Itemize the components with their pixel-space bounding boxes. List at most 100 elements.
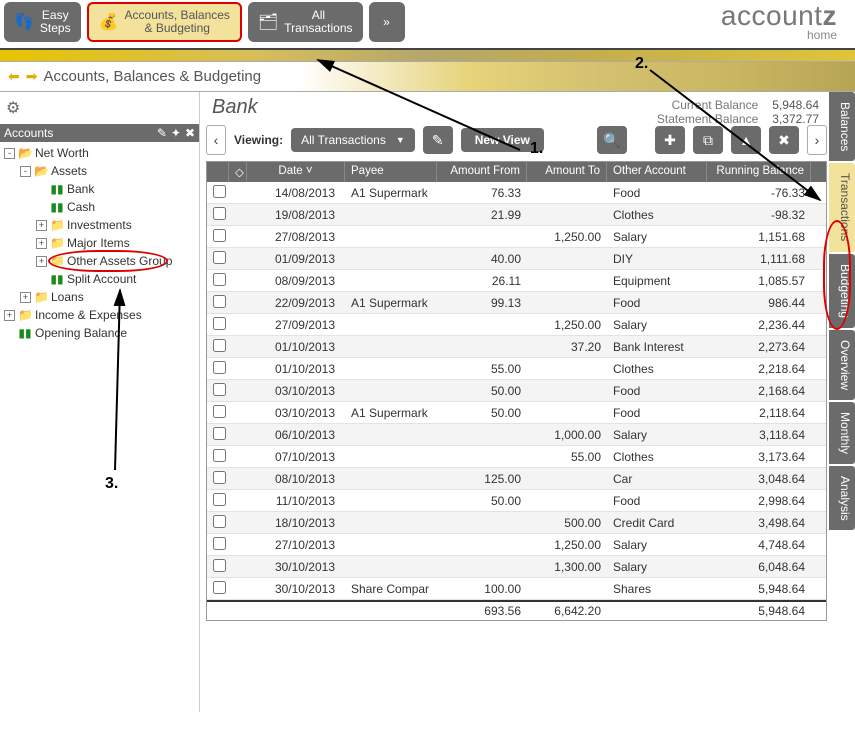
expander-icon[interactable]: + — [36, 256, 47, 267]
row-checkbox[interactable] — [213, 383, 226, 396]
table-row[interactable]: 30/10/20131,300.00Salary6,048.64 — [207, 556, 826, 578]
tree-item-bank[interactable]: ▮▮Bank — [0, 180, 199, 198]
col-amount-to[interactable]: Amount To — [527, 162, 607, 182]
expander-icon[interactable]: + — [4, 310, 15, 321]
scroll-left-button[interactable]: ‹ — [206, 125, 226, 155]
row-checkbox[interactable] — [213, 537, 226, 550]
col-amount-from[interactable]: Amount From — [437, 162, 527, 182]
nav-accounts-budgeting[interactable]: 💰 Accounts, Balances & Budgeting — [87, 2, 242, 42]
new-view-button[interactable]: New View — [461, 128, 544, 152]
table-row[interactable]: 27/09/20131,250.00Salary2,236.44 — [207, 314, 826, 336]
collapse-icon[interactable]: ✖ — [185, 126, 195, 140]
stamp-button[interactable]: ▲ — [731, 126, 761, 154]
expander-icon[interactable]: - — [4, 148, 15, 159]
search-button[interactable]: 🔍 — [597, 126, 627, 154]
duplicate-button[interactable]: ⧉ — [693, 126, 723, 154]
row-checkbox[interactable] — [213, 559, 226, 572]
table-row[interactable]: 18/10/2013500.00Credit Card3,498.64 — [207, 512, 826, 534]
tab-balances[interactable]: Balances — [829, 92, 855, 161]
expander-icon[interactable]: - — [20, 166, 31, 177]
tab-budgeting[interactable]: Budgeting — [829, 254, 855, 328]
cell-amount-from — [437, 235, 527, 239]
table-row[interactable]: 19/08/201321.99Clothes-98.32 — [207, 204, 826, 226]
tree-item-major-items[interactable]: +📁Major Items — [0, 234, 199, 252]
tree-item-net-worth[interactable]: -📂Net Worth — [0, 144, 199, 162]
table-row[interactable]: 03/10/201350.00Food2,168.64 — [207, 380, 826, 402]
table-row[interactable]: 08/09/201326.11Equipment1,085.57 — [207, 270, 826, 292]
table-row[interactable]: 22/09/2013A1 Supermark99.13Food986.44 — [207, 292, 826, 314]
scroll-right-button[interactable]: › — [807, 125, 827, 155]
delete-button[interactable]: ✖ — [769, 126, 799, 154]
expander-icon[interactable]: + — [20, 292, 31, 303]
nav-more[interactable]: » — [369, 2, 405, 42]
expander-icon[interactable]: + — [36, 238, 47, 249]
row-checkbox[interactable] — [213, 449, 226, 462]
row-checkbox[interactable] — [213, 295, 226, 308]
table-row[interactable]: 06/10/20131,000.00Salary3,118.64 — [207, 424, 826, 446]
table-row[interactable]: 01/09/201340.00DIY1,111.68 — [207, 248, 826, 270]
row-checkbox[interactable] — [213, 493, 226, 506]
folder-icon: 📁 — [50, 218, 64, 232]
col-other-account[interactable]: Other Account — [607, 162, 707, 182]
row-checkbox[interactable] — [213, 581, 226, 594]
folder-open-icon: 📂 — [18, 146, 32, 160]
tree-item-loans[interactable]: +📁Loans — [0, 288, 199, 306]
tree-item-opening-balance[interactable]: ▮▮Opening Balance — [0, 324, 199, 342]
accounts-tree[interactable]: -📂Net Worth-📂Assets▮▮Bank▮▮Cash+📁Investm… — [0, 142, 199, 344]
tab-analysis[interactable]: Analysis — [829, 466, 855, 531]
row-checkbox[interactable] — [213, 317, 226, 330]
tree-item-income-expenses[interactable]: +📁Income & Expenses — [0, 306, 199, 324]
tree-item-cash[interactable]: ▮▮Cash — [0, 198, 199, 216]
col-payee[interactable]: Payee — [345, 162, 437, 182]
tab-monthly[interactable]: Monthly — [829, 402, 855, 464]
table-row[interactable]: 08/10/2013125.00Car3,048.64 — [207, 468, 826, 490]
wand-icon[interactable]: ✦ — [171, 126, 181, 140]
row-checkbox[interactable] — [213, 427, 226, 440]
tree-item-investments[interactable]: +📁Investments — [0, 216, 199, 234]
row-checkbox[interactable] — [213, 471, 226, 484]
tree-item-assets[interactable]: -📂Assets — [0, 162, 199, 180]
nav-all-transactions[interactable]: 🗂 All Transactions — [248, 2, 363, 42]
tree-item-split-account[interactable]: ▮▮Split Account — [0, 270, 199, 288]
table-row[interactable]: 01/10/201337.20Bank Interest2,273.64 — [207, 336, 826, 358]
cell-running-balance: 1,151.68 — [707, 228, 811, 246]
col-checkbox[interactable] — [207, 162, 229, 182]
row-checkbox[interactable] — [213, 339, 226, 352]
nav-easy-steps[interactable]: 👣 Easy Steps — [4, 2, 81, 42]
table-row[interactable]: 01/10/201355.00Clothes2,218.64 — [207, 358, 826, 380]
expander-icon[interactable]: + — [36, 220, 47, 231]
row-checkbox[interactable] — [213, 273, 226, 286]
back-button[interactable]: ⬅ — [8, 68, 20, 85]
forward-button[interactable]: ➡ — [26, 68, 38, 85]
edit-view-button[interactable]: ✎ — [423, 126, 453, 154]
row-checkbox[interactable] — [213, 251, 226, 264]
col-running-balance[interactable]: Running Balance — [707, 162, 811, 182]
table-row[interactable]: 27/10/20131,250.00Salary4,748.64 — [207, 534, 826, 556]
row-checkbox[interactable] — [213, 515, 226, 528]
table-row[interactable]: 27/08/20131,250.00Salary1,151.68 — [207, 226, 826, 248]
tab-transactions[interactable]: Transactions — [829, 163, 855, 251]
cell-amount-to: 1,250.00 — [527, 228, 607, 246]
col-date[interactable]: Date ˅ — [247, 162, 345, 182]
table-row[interactable]: 11/10/201350.00Food2,998.64 — [207, 490, 826, 512]
cell-date: 27/10/2013 — [247, 536, 345, 554]
nav-all-transactions-label: All Transactions — [284, 9, 352, 35]
tree-item-other-assets-group[interactable]: +📁Other Assets Group — [0, 252, 199, 270]
add-button[interactable]: ✚ — [655, 126, 685, 154]
row-checkbox[interactable] — [213, 207, 226, 220]
table-body[interactable]: 14/08/2013A1 Supermark76.33Food-76.3319/… — [207, 182, 826, 600]
row-checkbox[interactable] — [213, 361, 226, 374]
pencil-icon[interactable]: ✎ — [157, 126, 167, 140]
gear-icon[interactable]: ⚙ — [6, 98, 20, 118]
cell-amount-to: 37.20 — [527, 338, 607, 356]
row-checkbox[interactable] — [213, 229, 226, 242]
tab-overview[interactable]: Overview — [829, 330, 855, 400]
table-row[interactable]: 03/10/2013A1 Supermark50.00Food2,118.64 — [207, 402, 826, 424]
col-pin[interactable]: ◇ — [229, 162, 247, 182]
view-dropdown[interactable]: All Transactions ▼ — [291, 128, 415, 152]
table-row[interactable]: 14/08/2013A1 Supermark76.33Food-76.33 — [207, 182, 826, 204]
table-row[interactable]: 30/10/2013Share Compar100.00Shares5,948.… — [207, 578, 826, 600]
row-checkbox[interactable] — [213, 405, 226, 418]
row-checkbox[interactable] — [213, 185, 226, 198]
table-row[interactable]: 07/10/201355.00Clothes3,173.64 — [207, 446, 826, 468]
